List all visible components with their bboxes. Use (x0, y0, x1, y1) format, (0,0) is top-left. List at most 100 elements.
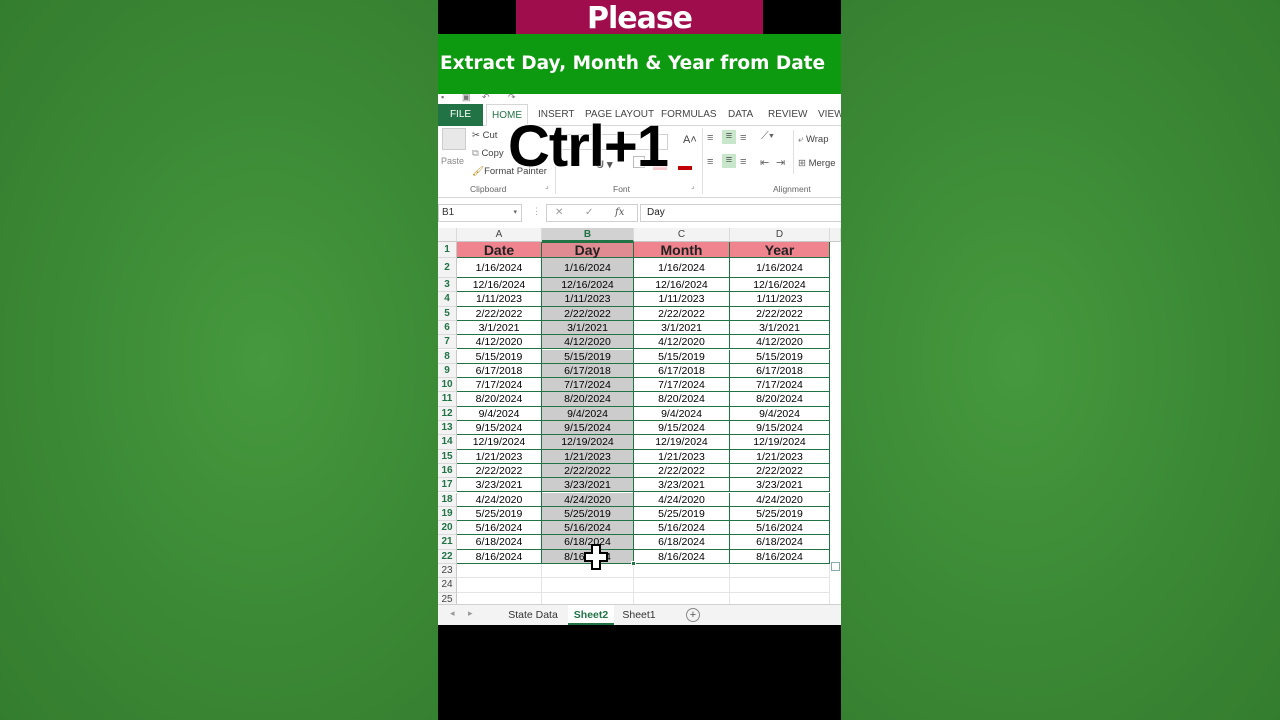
data-cell-c[interactable]: 4/24/2020 (634, 492, 730, 507)
row-header[interactable]: 19 (438, 506, 457, 522)
row-header[interactable]: 24 (438, 578, 457, 593)
merge-button[interactable]: ⊞ Merge (798, 158, 836, 169)
data-cell-a[interactable]: 5/15/2019 (457, 349, 542, 364)
data-cell-b[interactable]: 6/17/2018 (542, 363, 634, 379)
data-cell-b[interactable]: 9/15/2024 (542, 421, 634, 436)
row-header[interactable]: 21 (438, 535, 457, 550)
data-cell-d[interactable]: 4/12/2020 (730, 335, 830, 350)
data-cell-b[interactable]: 9/4/2024 (542, 406, 634, 421)
data-cell-b[interactable]: 4/12/2020 (542, 335, 634, 350)
increase-font-icon[interactable]: A˄ (683, 134, 697, 146)
column-header-c[interactable]: C (634, 228, 730, 242)
select-all-corner[interactable] (438, 228, 457, 242)
data-cell-d[interactable]: 1/11/2023 (730, 292, 830, 307)
data-cell-c[interactable]: 1/11/2023 (634, 292, 730, 307)
font-launcher-icon[interactable]: ⌟ (691, 181, 695, 190)
data-cell-b[interactable]: 1/21/2023 (542, 449, 634, 464)
sheet-tab-sheet2[interactable]: Sheet2 (568, 605, 614, 625)
data-cell-d[interactable]: 6/18/2024 (730, 535, 830, 550)
copy-button[interactable]: ⧉ Copy (472, 148, 504, 159)
row-header[interactable]: 8 (438, 349, 457, 364)
empty-cell[interactable] (457, 564, 542, 579)
sheet-tab-state-data[interactable]: State Data (500, 605, 566, 625)
data-cell-a[interactable]: 4/12/2020 (457, 335, 542, 350)
data-cell-d[interactable]: 5/15/2019 (730, 349, 830, 364)
align-right-icon[interactable]: ≡ (740, 156, 746, 168)
row-header[interactable]: 6 (438, 320, 457, 336)
data-cell-a[interactable]: 12/19/2024 (457, 435, 542, 450)
data-cell-a[interactable]: 2/22/2022 (457, 306, 542, 321)
redo-icon[interactable]: ↷ (508, 94, 516, 103)
data-cell-d[interactable]: 3/23/2021 (730, 478, 830, 493)
ribbon-tab-formulas[interactable]: FORMULAS (661, 104, 717, 126)
quick-analysis-icon[interactable] (831, 562, 840, 571)
paste-button[interactable]: Paste (441, 156, 464, 166)
data-cell-c[interactable]: 2/22/2022 (634, 306, 730, 321)
data-cell-c[interactable]: 9/4/2024 (634, 406, 730, 421)
data-cell-b[interactable]: 5/16/2024 (542, 521, 634, 536)
orientation-icon[interactable]: ⟋▾ (761, 130, 774, 143)
align-bottom-icon[interactable]: ≡ (740, 132, 746, 144)
data-cell-d[interactable]: 4/24/2020 (730, 492, 830, 507)
data-cell-c[interactable]: 3/1/2021 (634, 320, 730, 336)
data-cell-d[interactable]: 12/16/2024 (730, 278, 830, 293)
cut-button[interactable]: ✂ Cut (472, 130, 497, 141)
data-cell-d[interactable]: 2/22/2022 (730, 463, 830, 479)
column-header-a[interactable]: A (457, 228, 542, 242)
row-header[interactable]: 22 (438, 549, 457, 564)
data-cell-c[interactable]: 5/16/2024 (634, 521, 730, 536)
data-cell-c[interactable]: 7/17/2024 (634, 378, 730, 393)
row-header[interactable]: 10 (438, 378, 457, 393)
row-header[interactable]: 2 (438, 258, 457, 278)
data-cell-d[interactable]: 9/4/2024 (730, 406, 830, 421)
data-cell-b[interactable]: 5/25/2019 (542, 506, 634, 522)
row-header[interactable]: 11 (438, 392, 457, 407)
data-cell-d[interactable]: 7/17/2024 (730, 378, 830, 393)
data-cell-d[interactable]: 2/22/2022 (730, 306, 830, 321)
header-cell-date[interactable]: Date (457, 242, 542, 258)
ribbon-tab-view[interactable]: VIEW (818, 104, 841, 126)
data-cell-a[interactable]: 12/16/2024 (457, 278, 542, 293)
data-cell-a[interactable]: 1/16/2024 (457, 258, 542, 278)
save-icon[interactable]: ▣ (462, 94, 471, 103)
data-cell-d[interactable]: 8/20/2024 (730, 392, 830, 407)
scroll-right-icon[interactable]: ▸ (468, 608, 473, 619)
data-cell-a[interactable]: 8/16/2024 (457, 549, 542, 564)
ribbon-tab-review[interactable]: REVIEW (768, 104, 807, 126)
data-cell-d[interactable]: 8/16/2024 (730, 549, 830, 564)
clipboard-launcher-icon[interactable]: ⌟ (545, 181, 549, 190)
data-cell-b[interactable]: 3/23/2021 (542, 478, 634, 493)
cancel-icon[interactable]: ✕ (555, 207, 563, 218)
data-cell-c[interactable]: 1/21/2023 (634, 449, 730, 464)
data-cell-c[interactable]: 6/18/2024 (634, 535, 730, 550)
align-middle-icon[interactable]: ≡ (722, 130, 736, 144)
data-cell-c[interactable]: 12/19/2024 (634, 435, 730, 450)
data-cell-d[interactable]: 3/1/2021 (730, 320, 830, 336)
data-cell-b[interactable]: 3/1/2021 (542, 320, 634, 336)
data-cell-c[interactable]: 9/15/2024 (634, 421, 730, 436)
column-header-d[interactable]: D (730, 228, 830, 242)
data-cell-a[interactable]: 1/21/2023 (457, 449, 542, 464)
row-header[interactable]: 16 (438, 463, 457, 479)
empty-cell[interactable] (730, 578, 830, 593)
data-cell-d[interactable]: 5/25/2019 (730, 506, 830, 522)
formula-input[interactable]: Day (640, 204, 841, 222)
chevron-down-icon[interactable]: ▾ (513, 205, 517, 221)
enter-icon[interactable]: ✓ (585, 207, 593, 218)
data-cell-b[interactable]: 8/20/2024 (542, 392, 634, 407)
row-header[interactable]: 20 (438, 521, 457, 536)
data-cell-d[interactable]: 1/16/2024 (730, 258, 830, 278)
data-cell-d[interactable]: 9/15/2024 (730, 421, 830, 436)
wrap-text-button[interactable]: ⤶ Wrap (798, 134, 829, 145)
scroll-left-icon[interactable]: ◂ (450, 608, 455, 619)
header-cell-year[interactable]: Year (730, 242, 830, 258)
data-cell-b[interactable]: 5/15/2019 (542, 349, 634, 364)
add-sheet-icon[interactable]: + (686, 608, 700, 622)
data-cell-c[interactable]: 3/23/2021 (634, 478, 730, 493)
empty-cell[interactable] (634, 564, 730, 579)
data-cell-d[interactable]: 6/17/2018 (730, 363, 830, 379)
data-cell-c[interactable]: 5/25/2019 (634, 506, 730, 522)
ribbon-tab-file[interactable]: FILE (438, 104, 483, 126)
font-color-icon[interactable] (678, 166, 692, 170)
data-cell-b[interactable]: 12/19/2024 (542, 435, 634, 450)
